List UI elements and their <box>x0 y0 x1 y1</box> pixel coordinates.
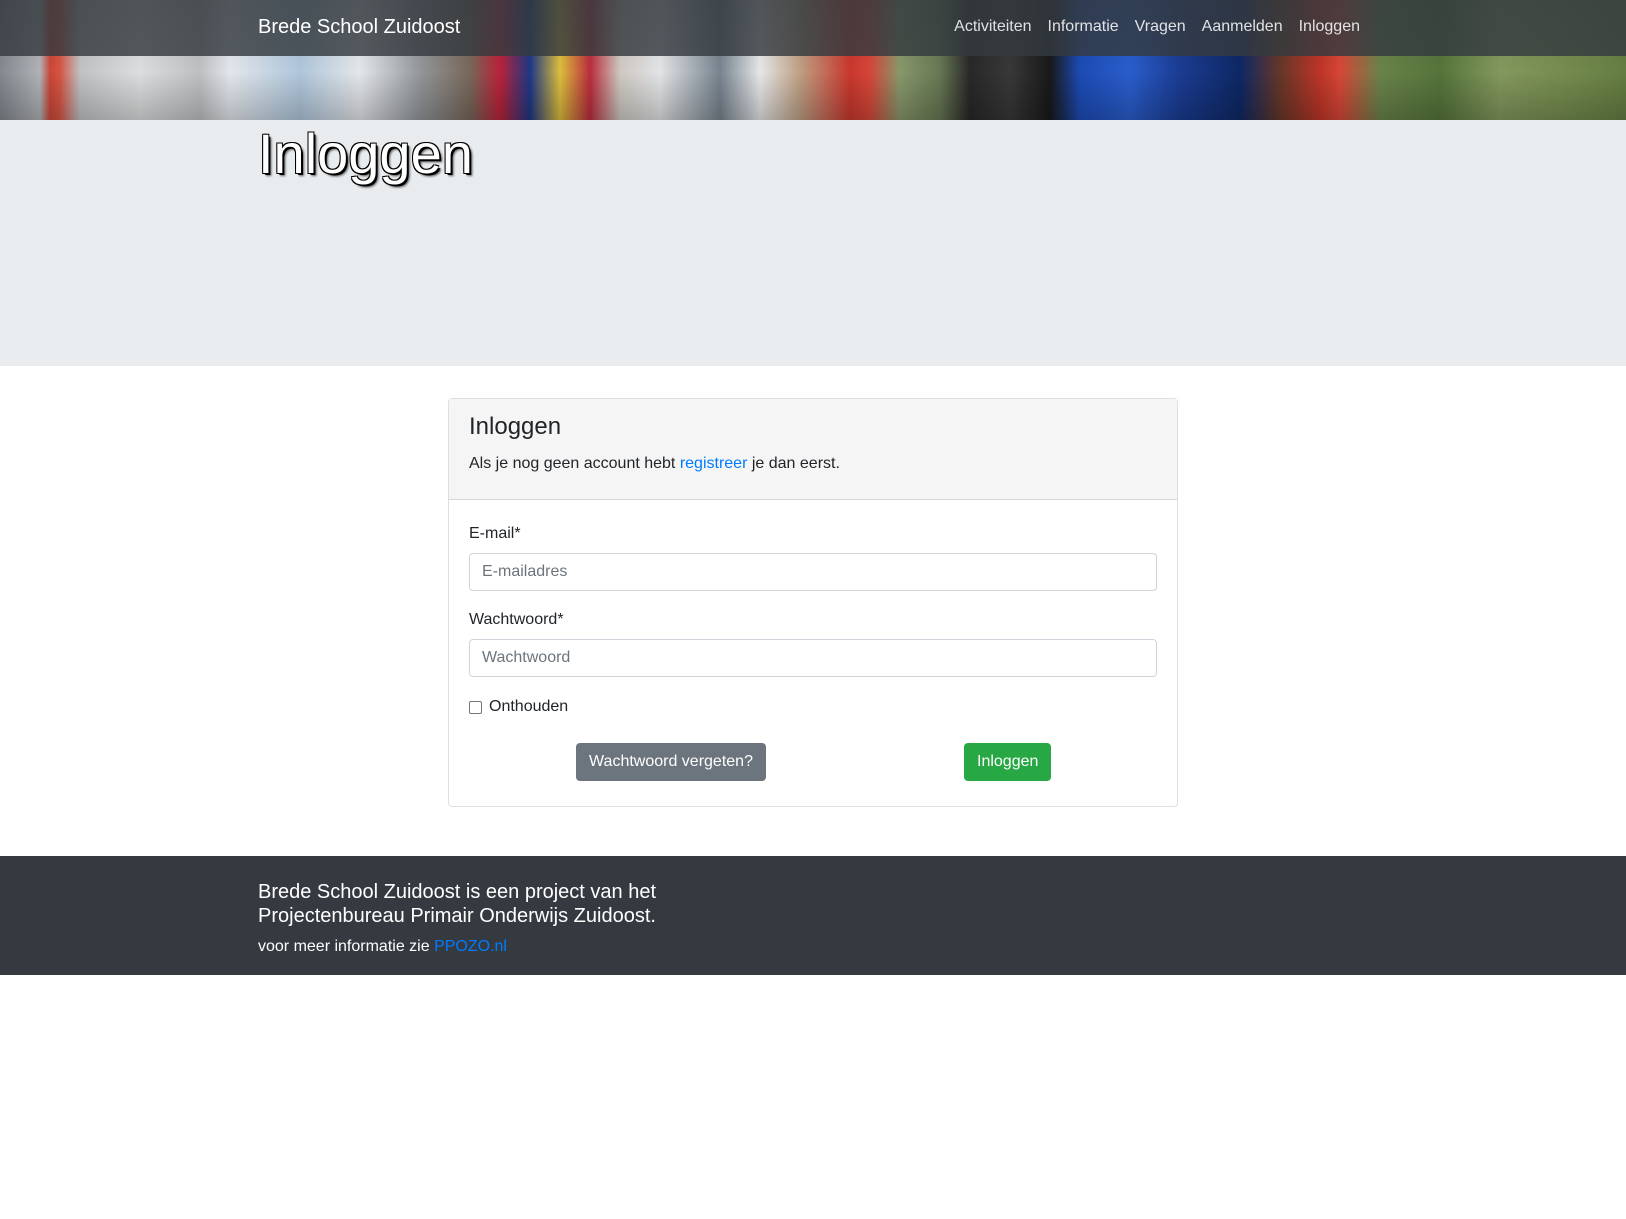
ppozo-link[interactable]: PPOZO.nl <box>434 938 507 955</box>
nav-link-informatie[interactable]: Informatie <box>1040 18 1127 36</box>
email-label: E-mail* <box>469 525 521 542</box>
card-header: Inloggen Als je nog geen account hebt re… <box>449 399 1177 500</box>
brand-link[interactable]: Brede School Zuidoost <box>258 16 460 39</box>
remember-checkbox[interactable] <box>469 700 482 714</box>
remember-label: Onthouden <box>489 698 569 715</box>
register-hint-before: Als je nog geen account hebt <box>469 454 680 472</box>
register-hint-after: je dan eerst. <box>747 454 840 472</box>
login-card: Inloggen Als je nog geen account hebt re… <box>448 398 1178 807</box>
nav-link-aanmelden[interactable]: Aanmelden <box>1194 18 1291 36</box>
nav-link-activiteiten[interactable]: Activiteiten <box>946 18 1039 36</box>
password-label: Wachtwoord* <box>469 611 564 628</box>
page-title: Inloggen <box>258 122 473 185</box>
nav-link-inloggen[interactable]: Inloggen <box>1291 18 1360 36</box>
card-body: E-mail* Wachtwoord* Onthouden Wachtwoord… <box>449 500 1177 781</box>
nav-links: Activiteiten Informatie Vragen Aanmelden… <box>946 18 1360 36</box>
email-field[interactable] <box>469 553 1157 591</box>
nav-link-vragen[interactable]: Vragen <box>1127 18 1194 36</box>
login-button[interactable]: Inloggen <box>964 743 1051 781</box>
footer-more-text: voor meer informatie zie <box>258 938 435 955</box>
remember-row: Onthouden <box>469 698 1157 716</box>
forgot-password-button[interactable]: Wachtwoord vergeten? <box>576 743 766 781</box>
footer-more-info: voor meer informatie zie PPOZO.nl <box>258 938 507 956</box>
register-hint: Als je nog geen account hebt registreer … <box>469 452 1157 476</box>
card-title: Inloggen <box>469 413 562 440</box>
password-field[interactable] <box>469 639 1157 677</box>
register-link[interactable]: registreer <box>680 455 748 472</box>
top-navbar: Brede School Zuidoost Activiteiten Infor… <box>0 0 1626 56</box>
footer-title: Brede School Zuidoost is een project van… <box>258 881 657 927</box>
button-row: Wachtwoord vergeten? Inloggen <box>469 743 1157 781</box>
footer: Brede School Zuidoost is een project van… <box>0 856 1626 975</box>
jumbotron: Inloggen <box>0 120 1626 366</box>
